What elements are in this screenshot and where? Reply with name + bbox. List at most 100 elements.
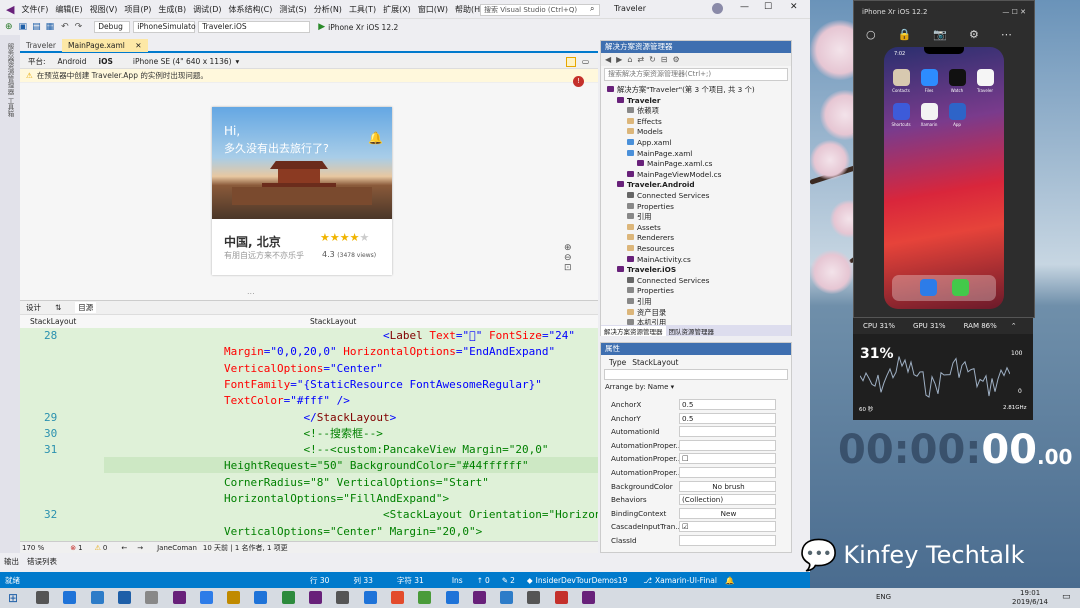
solution-search-input[interactable]: 搜索解决方案资源管理器(Ctrl+;)	[604, 68, 788, 81]
pencil-icon[interactable]: ✎	[502, 576, 508, 585]
home-icon[interactable]: ⌂	[627, 55, 632, 64]
menu-item[interactable]: 测试(S)	[279, 4, 306, 15]
solution-tree-item[interactable]: 引用	[627, 297, 652, 308]
bell-icon[interactable]: 🔔	[368, 131, 383, 145]
zoom-out-icon[interactable]: ⊖	[564, 253, 576, 263]
solution-tree-item[interactable]: MainPage.xaml	[627, 149, 692, 160]
taskbar-app-icon[interactable]	[554, 591, 568, 604]
solution-tree-item[interactable]: Properties	[627, 202, 674, 213]
solution-tree-item[interactable]: 依赖项	[627, 106, 659, 117]
solution-tree-item[interactable]: MainPageViewModel.cs	[627, 170, 721, 181]
solution-tree-item[interactable]: Connected Services	[627, 276, 709, 287]
redo-icon[interactable]: ↷	[75, 22, 83, 32]
collapse-icon[interactable]: ⊟	[661, 55, 668, 64]
property-value[interactable]	[679, 467, 776, 478]
taskbar-app-icon[interactable]	[63, 591, 77, 604]
run-target-button[interactable]: iPhone Xr iOS 12.2	[328, 23, 398, 32]
solution-tree-item[interactable]: Connected Services	[627, 191, 709, 202]
property-value[interactable]	[679, 439, 776, 451]
config-dropdown[interactable]: Debug	[94, 21, 131, 33]
app-icon[interactable]	[893, 103, 910, 120]
tab-error-list[interactable]: 错误列表	[27, 556, 57, 567]
toolbox-tab[interactable]: 服务器资源管理器 工具箱	[5, 43, 15, 117]
repo-name[interactable]: InsiderDevTourDemos19	[536, 576, 628, 585]
close-button[interactable]: ✕	[790, 2, 798, 12]
camera-icon[interactable]: 📷	[933, 28, 947, 41]
taskbar-app-icon[interactable]	[582, 591, 595, 604]
notification-center-icon[interactable]: ▭	[1062, 592, 1071, 602]
tab-output[interactable]: 输出	[4, 556, 19, 567]
property-value[interactable]: No brush	[679, 480, 776, 492]
taskbar-app-icon[interactable]	[390, 591, 404, 604]
solution-tree-item[interactable]: Traveler.iOS	[617, 265, 676, 276]
app-icon[interactable]	[921, 69, 938, 86]
gear-icon[interactable]: ⚙	[969, 28, 979, 41]
back-icon[interactable]: ⊕	[5, 22, 13, 32]
taskbar-app-icon[interactable]	[500, 591, 514, 604]
taskbar-app-icon[interactable]	[227, 591, 241, 604]
app-icon[interactable]	[921, 103, 938, 120]
app-icon[interactable]	[893, 69, 910, 86]
home-button-icon[interactable]: ○	[866, 28, 876, 41]
property-value[interactable]	[679, 426, 776, 438]
tab-solution-explorer[interactable]: 解决方案资源管理器	[601, 325, 666, 336]
solution-tree-item[interactable]: MainPage.xaml.cs	[637, 159, 712, 170]
property-value[interactable]: (Collection)	[679, 494, 776, 506]
swap-panes-icon[interactable]: ⇅	[55, 303, 61, 312]
edit-count[interactable]: 2	[510, 576, 515, 585]
more-icon[interactable]: ⋯	[1001, 28, 1012, 41]
solution-tree-item[interactable]: 解决方案"Traveler"(第 3 个项目, 共 3 个)	[607, 85, 755, 96]
chevron-up-icon[interactable]: ⌃	[1011, 322, 1017, 330]
app-icon[interactable]	[977, 69, 994, 86]
nav-forward-icon[interactable]: →	[137, 544, 143, 552]
error-count[interactable]: 1	[78, 544, 82, 552]
solution-tree-item[interactable]: Models	[627, 127, 663, 138]
zoom-fit-icon[interactable]: ⊡	[564, 263, 576, 273]
taskbar-date[interactable]: 2019/6/14	[1012, 598, 1048, 606]
taskbar-app-icon[interactable]	[336, 591, 350, 604]
solution-tree-item[interactable]: 引用	[627, 212, 652, 223]
solution-tree-item[interactable]: Traveler.Android	[617, 180, 695, 191]
menu-item[interactable]: 编辑(E)	[55, 4, 82, 15]
solution-tree-item[interactable]: Properties	[627, 286, 674, 297]
codelens-author[interactable]: JaneComan	[157, 544, 197, 552]
taskbar-app-icon[interactable]	[527, 591, 541, 604]
branch-name[interactable]: Xamarin-UI-Final	[655, 576, 717, 585]
avatar[interactable]	[712, 3, 723, 14]
simulator-screen[interactable]: 7:02 Contacts Files Watch Traveler Shortcuts…	[884, 47, 1004, 309]
forward-icon[interactable]: ▶	[616, 55, 622, 64]
platform-ios[interactable]: iOS	[99, 57, 113, 66]
landscape-icon[interactable]: ▭	[582, 57, 589, 66]
warning-count[interactable]: 0	[103, 544, 107, 552]
push-count[interactable]: 0	[485, 576, 490, 585]
taskbar-app-icon[interactable]	[117, 591, 131, 604]
menu-item[interactable]: 工具(T)	[349, 4, 376, 15]
taskbar-app-icon[interactable]	[145, 591, 159, 604]
solution-tree-item[interactable]: Assets	[627, 223, 661, 234]
zoom-level[interactable]: 170 %	[22, 544, 44, 552]
sync-icon[interactable]: ⇄	[637, 55, 644, 64]
property-value[interactable]	[679, 535, 776, 546]
run-icon[interactable]: ▶	[318, 22, 325, 32]
app-icon[interactable]	[949, 69, 966, 86]
tab-source[interactable]: 目源	[75, 302, 97, 313]
minimize-button[interactable]: —	[740, 2, 749, 12]
taskbar-app-icon[interactable]	[472, 591, 486, 604]
menu-item[interactable]: 文件(F)	[21, 4, 48, 15]
close-tab-icon[interactable]: ✕	[135, 41, 141, 50]
push-icon[interactable]: ↑	[477, 576, 483, 585]
tab-design[interactable]: 设计	[26, 302, 41, 313]
property-value[interactable]: ☑	[679, 521, 776, 533]
solution-tree-item[interactable]: Resources	[627, 244, 674, 255]
taskbar-app-icon[interactable]	[418, 591, 432, 604]
ime-indicator[interactable]: ENG	[876, 593, 891, 601]
settings-icon[interactable]: ⚙	[673, 55, 680, 64]
taskbar-app-icon[interactable]	[172, 591, 186, 604]
menu-item[interactable]: 窗口(W)	[418, 4, 448, 15]
taskbar-app-icon[interactable]	[36, 591, 49, 604]
breadcrumb-right[interactable]: StackLayout	[310, 317, 356, 326]
solution-tree-item[interactable]: MainActivity.cs	[627, 255, 691, 266]
property-value[interactable]: New	[679, 507, 776, 519]
menu-item[interactable]: 生成(B)	[158, 4, 186, 15]
taskbar-app-icon[interactable]	[281, 591, 295, 604]
